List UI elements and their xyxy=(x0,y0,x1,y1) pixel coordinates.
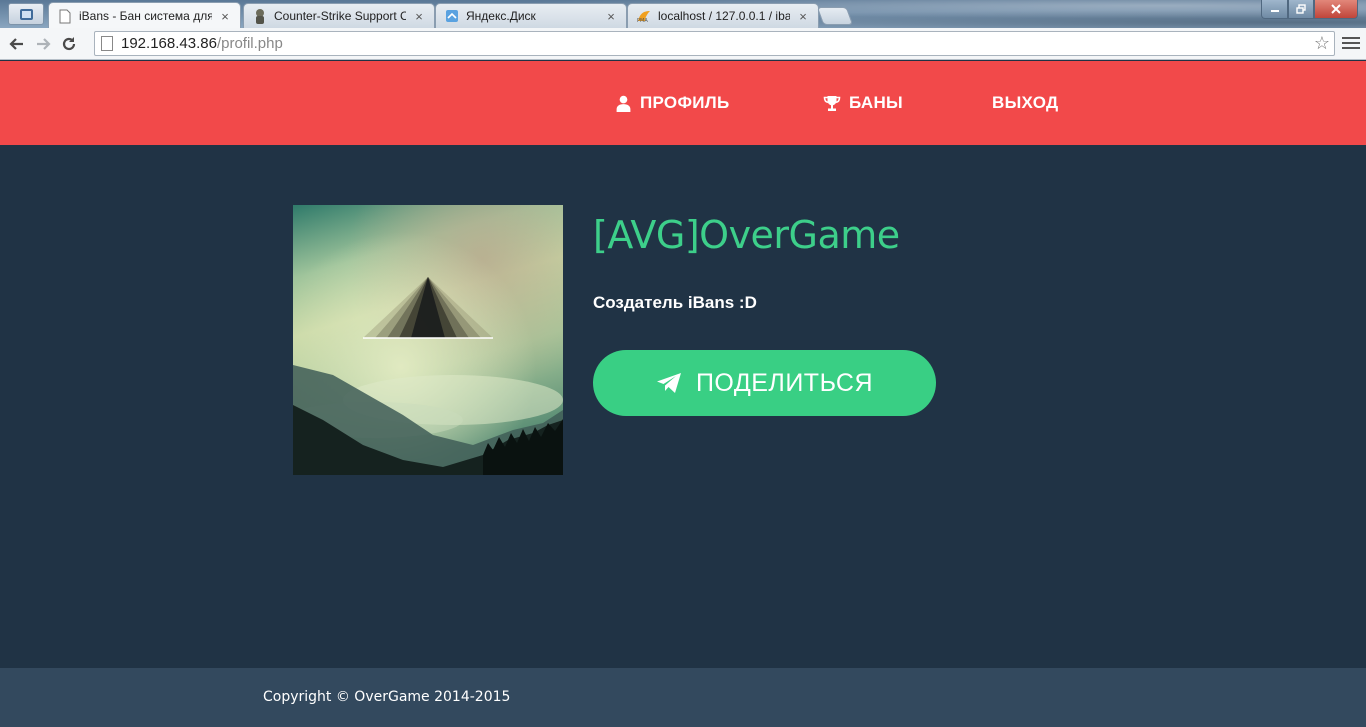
tab-close-icon[interactable]: × xyxy=(604,9,618,24)
profile-section: [AVG]OverGame Создатель iBans :D ПОДЕЛИТ… xyxy=(0,145,1366,668)
tab-title: Counter-Strike Support Ce xyxy=(274,9,406,23)
address-path: /profil.php xyxy=(216,35,283,52)
phpmyadmin-icon: PMA xyxy=(636,8,652,24)
tab-title: localhost / 127.0.0.1 / iban xyxy=(658,9,790,23)
nav-bans[interactable]: БАНЫ xyxy=(823,61,903,145)
browser-toolbar: 192.168.43.86/profil.php ☆ xyxy=(0,28,1366,60)
trophy-icon xyxy=(823,95,841,111)
site-header: ПРОФИЛЬ БАНЫ ВЫХОД xyxy=(0,61,1366,145)
cs-icon xyxy=(252,8,268,24)
profile-bio: Создатель iBans :D xyxy=(593,293,757,312)
tab-localhost[interactable]: PMA localhost / 127.0.0.1 / iban × xyxy=(627,3,819,28)
user-icon xyxy=(616,95,631,112)
disk-icon xyxy=(444,8,460,24)
nav-profile[interactable]: ПРОФИЛЬ xyxy=(615,61,730,145)
reload-icon xyxy=(62,36,76,50)
restore-icon xyxy=(1296,4,1306,14)
reload-button[interactable] xyxy=(56,31,82,57)
share-button[interactable]: ПОДЕЛИТЬСЯ xyxy=(593,350,936,416)
back-arrow-icon xyxy=(9,37,23,50)
nav-profile-label: ПРОФИЛЬ xyxy=(640,93,730,112)
paper-plane-icon xyxy=(656,373,681,393)
restore-button[interactable] xyxy=(1288,0,1314,19)
minimize-button[interactable] xyxy=(1261,0,1288,19)
window-icon xyxy=(19,8,33,20)
app-menu-button[interactable] xyxy=(8,3,44,25)
tab-ibans[interactable]: iBans - Бан система для в × xyxy=(48,2,241,28)
new-tab-button[interactable] xyxy=(816,7,854,25)
tab-counter-strike[interactable]: Counter-Strike Support Ce × xyxy=(243,3,435,28)
back-button[interactable] xyxy=(4,31,30,57)
profile-username: [AVG]OverGame xyxy=(593,213,900,257)
browser-tabstrip: iBans - Бан система для в × Counter-Stri… xyxy=(0,0,1366,28)
avatar xyxy=(293,205,563,475)
minimize-icon xyxy=(1270,10,1279,12)
close-window-button[interactable] xyxy=(1314,0,1358,19)
svg-text:PMA: PMA xyxy=(637,18,648,23)
bookmark-star-icon[interactable]: ☆ xyxy=(1314,33,1330,54)
browser-menu-button[interactable] xyxy=(1342,32,1360,54)
tab-close-icon[interactable]: × xyxy=(796,9,810,24)
page-icon xyxy=(101,36,113,51)
tab-yandex-disk[interactable]: Яндекс.Диск × xyxy=(435,3,627,28)
close-icon xyxy=(1331,4,1341,14)
forward-arrow-icon xyxy=(37,37,51,50)
tab-title: iBans - Бан система для в xyxy=(79,9,212,23)
copyright-text: Copyright © OverGame 2014-2015 xyxy=(263,689,511,705)
nav-logout[interactable]: ВЫХОД xyxy=(992,61,1058,145)
address-bar[interactable]: 192.168.43.86/profil.php ☆ xyxy=(94,31,1335,56)
site-footer: Copyright © OverGame 2014-2015 xyxy=(0,668,1366,727)
forward-button[interactable] xyxy=(30,31,56,57)
tab-title: Яндекс.Диск xyxy=(466,9,536,23)
address-host: 192.168.43.86 xyxy=(121,35,217,52)
share-button-label: ПОДЕЛИТЬСЯ xyxy=(695,368,874,397)
nav-logout-label: ВЫХОД xyxy=(992,93,1059,112)
document-icon xyxy=(57,8,73,24)
tab-close-icon[interactable]: × xyxy=(412,9,426,24)
nav-bans-label: БАНЫ xyxy=(849,93,903,112)
tab-close-icon[interactable]: × xyxy=(218,9,232,24)
window-controls xyxy=(1261,0,1358,19)
